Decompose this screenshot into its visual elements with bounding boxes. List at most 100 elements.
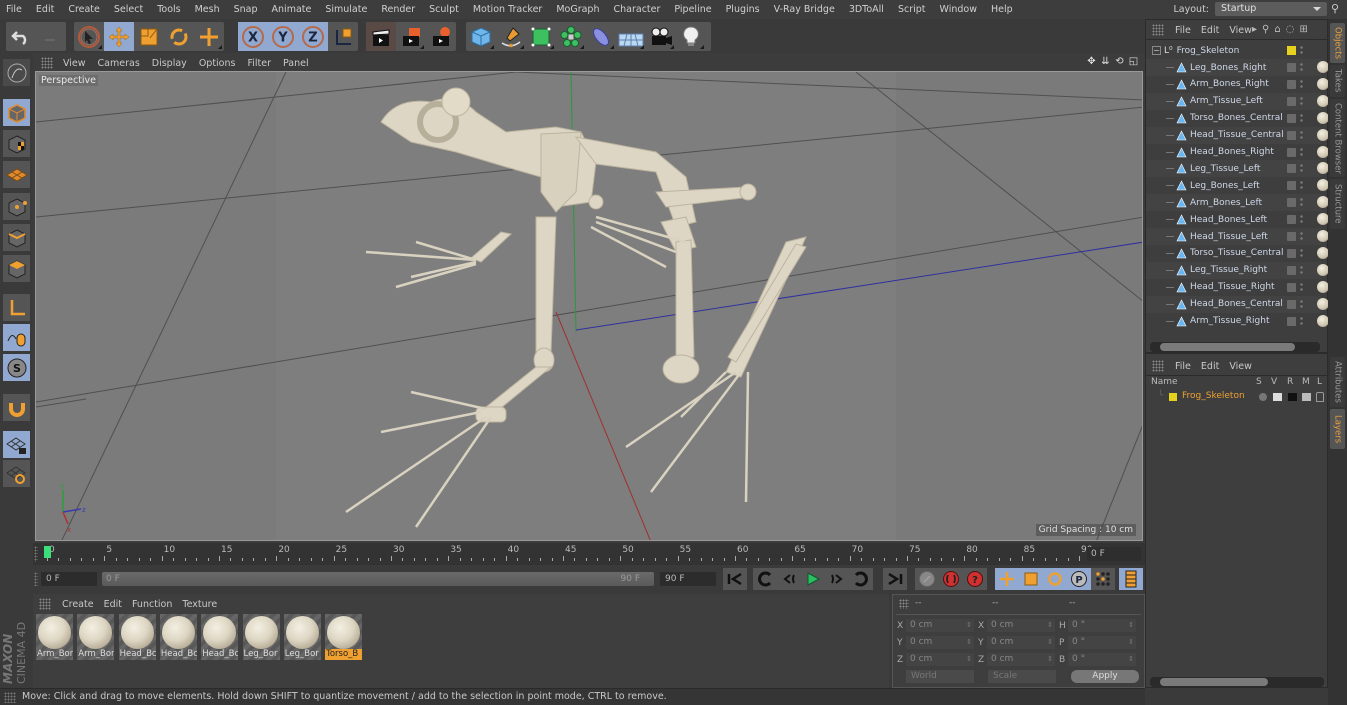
playbar-grip[interactable] bbox=[34, 572, 38, 586]
light-icon[interactable] bbox=[676, 22, 706, 51]
object-row[interactable]: Leg_Tissue_Right bbox=[1146, 261, 1329, 279]
new-window-icon[interactable]: ⊞ bbox=[1299, 24, 1307, 35]
layer-row[interactable]: └ Frog_Skeleton bbox=[1146, 390, 1327, 405]
object-hscrollbar[interactable] bbox=[1150, 342, 1320, 352]
scale-key-icon[interactable] bbox=[1019, 568, 1043, 590]
workplane-mode-icon[interactable] bbox=[3, 161, 30, 188]
coordinate-system-icon[interactable] bbox=[328, 22, 358, 51]
x-axis-lock-icon[interactable]: X bbox=[238, 22, 268, 51]
frame-ruler[interactable]: 051015202530354045505560657075808590 bbox=[39, 545, 1092, 563]
object-row[interactable]: Head_Bones_Left bbox=[1146, 211, 1329, 228]
previous-frame-icon[interactable] bbox=[777, 568, 801, 590]
visibility-dots[interactable] bbox=[1300, 78, 1303, 90]
make-editable-icon[interactable] bbox=[3, 59, 30, 86]
visibility-dots[interactable] bbox=[1300, 281, 1303, 293]
panel-grip[interactable] bbox=[41, 57, 53, 69]
viewport-menu-display[interactable]: Display bbox=[146, 58, 193, 69]
layer-menu-view[interactable]: View bbox=[1224, 361, 1257, 372]
visibility-dots[interactable] bbox=[1300, 197, 1303, 209]
menu-simulate[interactable]: Simulate bbox=[318, 4, 374, 15]
position-field[interactable]: 0 cm bbox=[906, 636, 974, 649]
render-view-icon[interactable] bbox=[366, 22, 396, 51]
workplane-lock-icon[interactable] bbox=[3, 431, 30, 458]
material-swatch[interactable]: Arm_Bor bbox=[36, 614, 73, 660]
max-frame-field[interactable]: 90 F bbox=[660, 572, 716, 586]
scrollbar-thumb[interactable] bbox=[1160, 343, 1295, 351]
size-field[interactable]: 0 cm bbox=[987, 636, 1055, 649]
menu-help[interactable]: Help bbox=[984, 4, 1020, 15]
frame-range-slider[interactable]: 0 F 90 F bbox=[102, 572, 654, 586]
visibility-dots[interactable] bbox=[1300, 163, 1303, 175]
layer-tag[interactable] bbox=[1287, 147, 1296, 157]
apply-button[interactable]: Apply bbox=[1071, 670, 1139, 683]
move-icon[interactable] bbox=[104, 22, 134, 51]
3d-viewport[interactable]: y z x Perspective Grid Spacing : 10 cm bbox=[35, 71, 1143, 541]
eye-icon[interactable]: ◌ bbox=[1286, 24, 1295, 35]
object-menu-edit[interactable]: Edit bbox=[1196, 25, 1224, 36]
model-mode-icon[interactable] bbox=[3, 99, 30, 126]
panel-grip[interactable] bbox=[1152, 360, 1164, 372]
menu-mograph[interactable]: MoGraph bbox=[549, 4, 606, 15]
layout-dropdown[interactable]: Startup bbox=[1215, 2, 1327, 16]
object-row[interactable]: Leg_Bones_Left bbox=[1146, 177, 1329, 194]
panel-grip[interactable] bbox=[899, 599, 909, 609]
menu-plugins[interactable]: Plugins bbox=[719, 4, 767, 15]
live-move-icon[interactable] bbox=[194, 22, 224, 51]
undo-icon[interactable] bbox=[6, 22, 36, 51]
menu-edit[interactable]: Edit bbox=[29, 4, 61, 15]
keyframe-selection-icon[interactable]: ? bbox=[963, 568, 987, 590]
select-icon[interactable] bbox=[74, 22, 104, 51]
object-row[interactable]: Head_Bones_Central bbox=[1146, 295, 1329, 313]
tweak-mode-icon[interactable] bbox=[3, 324, 30, 351]
tab-objects[interactable]: Objects bbox=[1330, 23, 1345, 63]
manager-toggle[interactable] bbox=[1302, 393, 1311, 401]
object-row[interactable]: Torso_Bones_Central bbox=[1146, 110, 1329, 127]
layer-menu-file[interactable]: File bbox=[1170, 361, 1196, 372]
layer-menu-edit[interactable]: Edit bbox=[1196, 361, 1224, 372]
polygons-mode-icon[interactable] bbox=[3, 255, 30, 282]
layer-tag[interactable] bbox=[1287, 265, 1296, 275]
tab-layers[interactable]: Layers bbox=[1330, 409, 1345, 449]
go-to-start-icon[interactable] bbox=[723, 568, 747, 590]
object-row[interactable]: Leg_Tissue_Left bbox=[1146, 160, 1329, 178]
layer-hscrollbar[interactable] bbox=[1150, 677, 1324, 687]
layer-tag[interactable] bbox=[1287, 113, 1296, 123]
solo-mode-icon[interactable]: S bbox=[3, 354, 30, 381]
visibility-dots[interactable] bbox=[1300, 180, 1303, 192]
object-row[interactable]: Arm_Bones_Left bbox=[1146, 194, 1329, 212]
next-key-icon[interactable] bbox=[849, 568, 873, 590]
render-picture-viewer-icon[interactable] bbox=[396, 22, 426, 51]
layer-name[interactable]: Frog_Skeleton bbox=[1182, 391, 1245, 401]
panel-grip[interactable] bbox=[4, 692, 16, 703]
material-swatch[interactable]: Leg_Bor bbox=[283, 614, 321, 660]
layer-tag[interactable] bbox=[1287, 282, 1296, 292]
menu-pipeline[interactable]: Pipeline bbox=[667, 4, 718, 15]
home-icon[interactable]: ⌂ bbox=[1274, 24, 1280, 35]
material-menu-edit[interactable]: Edit bbox=[99, 599, 127, 610]
rotation-field[interactable]: 0 ° bbox=[1068, 636, 1136, 649]
layer-tag[interactable] bbox=[1287, 215, 1296, 225]
layer-tag[interactable] bbox=[1287, 63, 1296, 72]
menu-tools[interactable]: Tools bbox=[150, 4, 187, 15]
playhead[interactable] bbox=[44, 546, 51, 558]
visible-toggle[interactable] bbox=[1273, 393, 1282, 401]
render-toggle[interactable] bbox=[1288, 393, 1297, 401]
object-row[interactable]: Arm_Tissue_Left bbox=[1146, 92, 1329, 110]
rotate-view-icon[interactable]: ⟲ bbox=[1114, 56, 1125, 67]
object-row[interactable]: Head_Bones_Right bbox=[1146, 144, 1329, 161]
floor-scene-icon[interactable] bbox=[616, 22, 646, 51]
visibility-dots[interactable] bbox=[1300, 146, 1303, 158]
menu-motion-tracker[interactable]: Motion Tracker bbox=[466, 4, 550, 15]
layer-tag[interactable] bbox=[1287, 79, 1296, 89]
layer-tag[interactable] bbox=[1287, 96, 1296, 106]
layer-tag[interactable] bbox=[1287, 232, 1296, 241]
axis-mode-icon[interactable] bbox=[3, 294, 30, 321]
visibility-dots[interactable] bbox=[1300, 315, 1303, 327]
menu-character[interactable]: Character bbox=[606, 4, 667, 15]
object-row-root[interactable]: − L⁰ Frog_Skeleton bbox=[1146, 42, 1321, 59]
camera-label[interactable]: Perspective bbox=[39, 75, 99, 86]
visibility-dots[interactable] bbox=[1300, 62, 1303, 73]
visibility-dots[interactable] bbox=[1300, 45, 1303, 56]
point-level-key-icon[interactable] bbox=[1091, 568, 1115, 590]
timeline-grip[interactable] bbox=[34, 546, 38, 562]
